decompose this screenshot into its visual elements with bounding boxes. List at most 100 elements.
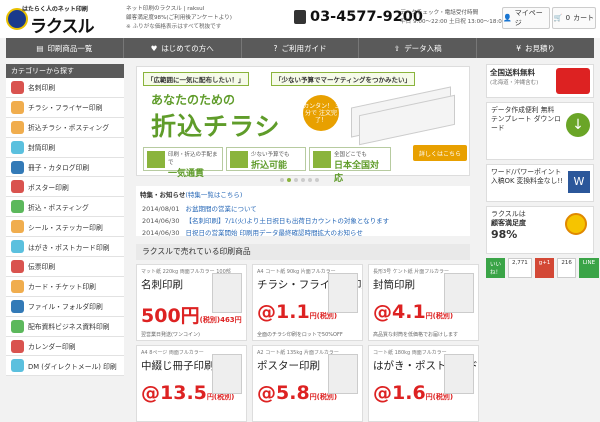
carousel-dot[interactable] xyxy=(301,178,305,182)
price-value: @5.8 xyxy=(257,382,310,404)
news-item[interactable]: 2014/06/30 日祝日の営業開始 印刷用データ最終確認時間拡大のお知らせ xyxy=(136,226,470,238)
banner-feature-2: 少ない予算でも 折込可能 xyxy=(226,147,306,171)
line-button[interactable]: LINE xyxy=(578,258,600,278)
product-card[interactable]: A4 コート紙 90kg 片面フルカラー チラシ・フライヤー印刷 @1.1円(税別)… xyxy=(252,264,363,341)
yen-icon: ¥ xyxy=(516,43,521,53)
nav-guide[interactable]: ? ご利用ガイド xyxy=(242,38,360,58)
carousel-dot[interactable] xyxy=(315,178,319,182)
sidebar-item[interactable]: DM (ダイレクトメール) 印刷 xyxy=(6,356,124,377)
category-icon xyxy=(11,220,24,234)
product-card[interactable]: コート紙 180kg 両面フルカラーはがき・ポストカード印刷@1.6円(税別) xyxy=(368,345,479,422)
products-heading: ラクスルで売れている印刷商品 xyxy=(136,244,470,260)
feature-caption: 印刷・折込の手配まで xyxy=(168,152,218,166)
sidebar-item[interactable]: 折込・ポスティング xyxy=(6,197,124,218)
question-icon: ? xyxy=(273,43,278,53)
category-icon xyxy=(11,100,24,114)
category-icon xyxy=(11,299,24,313)
sidebar-item-label: カレンダー印刷 xyxy=(28,343,76,352)
category-icon xyxy=(11,259,24,273)
product-card[interactable]: A4 8ページ 両面フルカラー 中綴じ冊子印刷 @13.5円(税別) xyxy=(136,345,247,422)
product-image xyxy=(212,273,242,313)
banner-detail-button[interactable]: 詳しくはこちら xyxy=(413,145,467,161)
feature-title: 折込可能 xyxy=(251,161,288,171)
gplus-button[interactable]: g+1 xyxy=(534,258,555,278)
banner-title: 折込チラシ xyxy=(151,112,281,141)
sidebar-item-label: 配布資料ビジネス資料印刷 xyxy=(28,323,110,332)
sidebar-item[interactable]: 配布資料ビジネス資料印刷 xyxy=(6,316,124,337)
news-title: 特集・お知らせ xyxy=(140,191,186,199)
category-icon xyxy=(11,80,24,94)
carousel-dot[interactable] xyxy=(280,178,284,182)
product-note: 翌営業日発送(ワンコイン) xyxy=(141,332,200,338)
sidebar-item[interactable]: 折込チラシ・ポスティング xyxy=(6,117,124,138)
hero-banner[interactable]: 「広範囲に一気に配布したい！」 「少ない予算でマーケティングをつかみたい」 あな… xyxy=(136,66,470,184)
header: はたらく人のネット印刷 ラクスル ネット印刷のラクスル | raksul 顧客満… xyxy=(0,0,600,38)
sidebar-item[interactable]: 冊子・カタログ印刷 xyxy=(6,157,124,178)
word-powerpoint-box[interactable]: ワード/パワーポイント 入稿OK 変換料金なし!! W xyxy=(486,164,594,202)
banner-feature-3: 全国どこでも 日本全国対応 xyxy=(309,147,391,184)
category-icon xyxy=(11,200,24,214)
nav-estimate[interactable]: ¥ お見積り xyxy=(477,38,594,58)
news-link[interactable]: 日祝日の営業開始 印刷用データ最終確認時間拡大のお知らせ xyxy=(185,229,362,237)
product-price: @1.6円(税別) xyxy=(373,382,453,404)
japan-map-icon xyxy=(313,151,331,168)
product-image xyxy=(328,273,358,313)
nav-products[interactable]: ▤ 印刷商品一覧 xyxy=(6,38,124,58)
product-card[interactable]: A2 コート紙 135kg 片面フルカラー ポスター印刷 @5.8円(税別) xyxy=(252,345,363,422)
nav-label: ご利用ガイド xyxy=(281,43,327,53)
sidebar-item-label: ファイル・フォルダ印刷 xyxy=(28,303,103,312)
sidebar-item[interactable]: ポスター印刷 xyxy=(6,177,124,198)
news-link[interactable]: お盆期間の営業について xyxy=(185,205,256,213)
news-item[interactable]: 2014/08/01 お盆期間の営業について xyxy=(136,202,470,214)
sidebar-item-label: シール・ステッカー印刷 xyxy=(28,223,103,232)
news-section: 特集・お知らせ(特集一覧はこちら) 2014/08/01 お盆期間の営業について 2… xyxy=(136,186,470,238)
free-shipping-box[interactable]: 全国送料無料 (北海道・沖縄含む) xyxy=(486,64,594,98)
sidebar-item[interactable]: はがき・ポストカード印刷 xyxy=(6,237,124,258)
sidebar-item[interactable]: カード・チケット印刷 xyxy=(6,276,124,297)
sidebar-item[interactable]: 名刺印刷 xyxy=(6,78,124,98)
mypage-button[interactable]: 👤 マイページ xyxy=(502,7,550,29)
carousel-dot-active[interactable] xyxy=(287,178,291,182)
carousel-dot[interactable] xyxy=(294,178,298,182)
smiley-icon xyxy=(565,213,587,235)
sidebar-item-label: ポスター印刷 xyxy=(28,183,69,192)
banner-badge: カンタン！ 3分で 注文完了！ xyxy=(303,95,339,131)
user-icon: 👤 xyxy=(503,14,512,22)
news-item[interactable]: 2014/06/30 【名刺印刷】7/1(火)より土日祝日も出荷日カウントの対象と… xyxy=(136,214,470,226)
category-icon xyxy=(11,120,24,134)
news-header: 特集・お知らせ(特集一覧はこちら) xyxy=(136,186,470,202)
nav-upload[interactable]: ⇧ データ入稿 xyxy=(359,38,478,58)
news-link[interactable]: 【名刺印刷】7/1(火)より土日祝日も出荷日カウントの対象となります xyxy=(185,217,389,225)
sidebar-item[interactable]: シール・ステッカー印刷 xyxy=(6,217,124,238)
carousel-dot[interactable] xyxy=(308,178,312,182)
social-buttons: いいね！ 2,771 g+1 216 LINE xyxy=(486,258,600,278)
sidebar-item-label: DM (ダイレクトメール) 印刷 xyxy=(28,362,117,371)
sidebar-item-label: カード・チケット印刷 xyxy=(28,283,96,292)
category-icon xyxy=(11,319,24,333)
sidebar-item-label: はがき・ポストカード印刷 xyxy=(28,243,110,252)
word-text: ワード/パワーポイント 入稿OK 変換料金なし!! xyxy=(491,168,563,186)
sidebar-item[interactable]: チラシ・フライヤー印刷 xyxy=(6,97,124,118)
coin-icon xyxy=(230,151,248,168)
sidebar-item[interactable]: ファイル・フォルダ印刷 xyxy=(6,296,124,317)
nav-beginners[interactable]: ♥ はじめての方へ xyxy=(124,38,242,58)
price-value: 500円 xyxy=(141,305,200,327)
nav-label: はじめての方へ xyxy=(161,43,214,53)
sidebar-item[interactable]: カレンダー印刷 xyxy=(6,336,124,357)
cart-button[interactable]: 🛒 0 カート xyxy=(552,7,596,29)
download-icon: ↓ xyxy=(566,113,590,137)
product-card[interactable]: 長形3号 ケント紙 片面フルカラー 封筒印刷 @4.1円(税別) 高品質な封筒を低価格… xyxy=(368,264,479,341)
sidebar-item[interactable]: 封筒印刷 xyxy=(6,137,124,158)
like-button[interactable]: いいね！ xyxy=(486,258,505,278)
product-card[interactable]: マット紙 220kg 両面フルカラー 100部 名刺印刷 500円(税別)463円翌… xyxy=(136,264,247,341)
site-logo[interactable]: はたらく人のネット印刷 ラクスル xyxy=(6,2,94,37)
price-value: @13.5 xyxy=(141,382,207,404)
news-date: 2014/06/30 xyxy=(142,217,180,225)
price-unit: 円(税別) xyxy=(309,312,338,320)
template-download-box[interactable]: データ作成便利 無料テンプレート ダウンロード ↓ xyxy=(486,102,594,160)
feature-title: 一気通貫 xyxy=(168,169,205,179)
nav-label: データ入稿 xyxy=(404,43,442,53)
news-list-link[interactable]: (特集一覧はこちら) xyxy=(185,191,242,199)
sidebar-item[interactable]: 伝票印刷 xyxy=(6,257,124,277)
printer-icon: ▤ xyxy=(36,43,44,53)
